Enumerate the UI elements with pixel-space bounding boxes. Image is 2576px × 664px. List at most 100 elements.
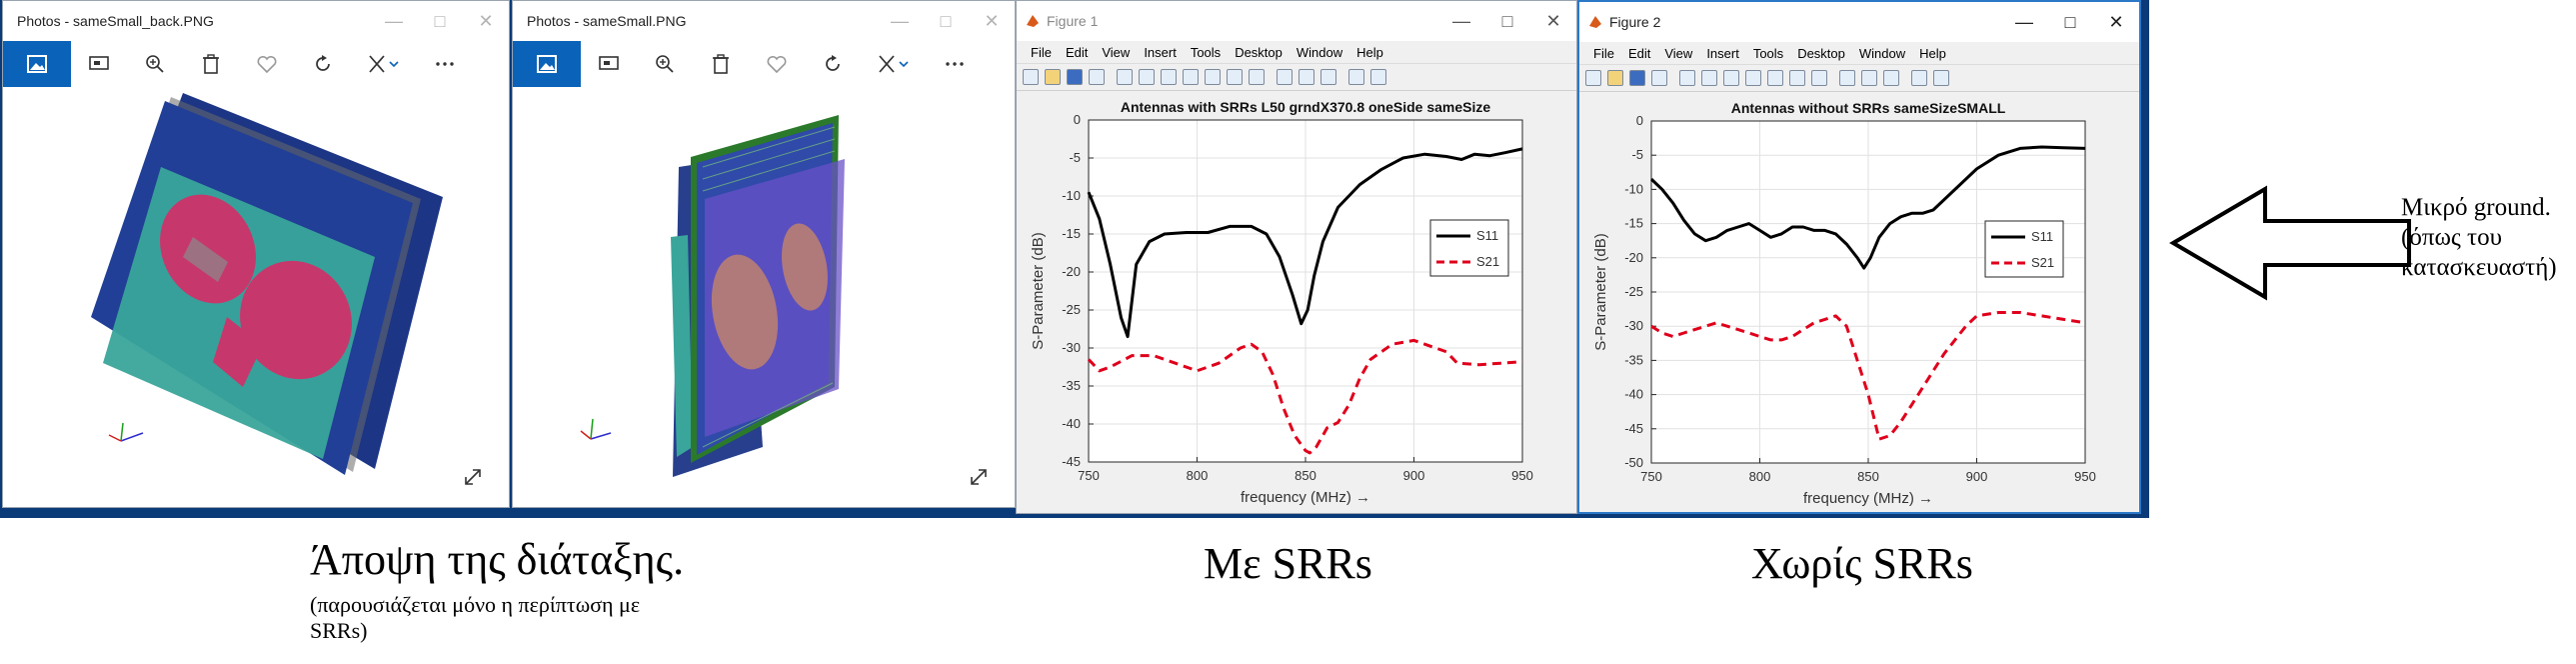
rotate-3d-icon[interactable] [1767, 70, 1783, 86]
window-title: Photos - sameSmall_back.PNG [17, 13, 214, 29]
y-tick-label: -20 [1062, 264, 1081, 279]
edit-create-button[interactable] [351, 41, 417, 87]
maximize-button[interactable]: □ [1484, 11, 1530, 32]
menu-file[interactable]: File [1593, 46, 1614, 61]
menu-desktop[interactable]: Desktop [1797, 46, 1845, 61]
zoom-in-icon[interactable] [1701, 70, 1717, 86]
menu-window[interactable]: Window [1859, 46, 1905, 61]
figure-plot-area: 750 800 850 900 950 0 -5 -10 -15 -20 -25 -30 -35 -40 -… [1017, 90, 1576, 513]
minimize-button[interactable]: — [1438, 11, 1484, 32]
close-button[interactable]: ✕ [1530, 11, 1576, 32]
y-tick-label: -40 [1624, 387, 1643, 402]
legend-icon[interactable] [1320, 69, 1336, 85]
more-options-button[interactable] [417, 41, 473, 87]
delete-button[interactable] [693, 41, 749, 87]
pan-icon[interactable] [1183, 69, 1199, 85]
open-file-icon[interactable] [1045, 69, 1061, 85]
delete-button[interactable] [183, 41, 239, 87]
zoom-button[interactable] [127, 41, 183, 87]
colorbar-icon[interactable] [1298, 69, 1314, 85]
s-parameter-chart-without-srrs: 750 800 850 900 950 0 -5 -10 -15 -20 -25 -30 -35 -40 -… [1592, 100, 2096, 507]
photos-window-front: Photos - sameSmall.PNG — □ ✕ [512, 0, 1016, 508]
menu-tools[interactable]: Tools [1191, 45, 1221, 60]
more-options-button[interactable] [927, 41, 983, 87]
close-button[interactable]: ✕ [2093, 12, 2139, 33]
maximize-button[interactable]: □ [417, 11, 463, 32]
slideshow-button[interactable] [581, 41, 637, 87]
close-button[interactable]: ✕ [463, 11, 509, 32]
pointer-icon[interactable] [1117, 69, 1133, 85]
slideshow-button[interactable] [71, 41, 127, 87]
left-arrow-icon [2169, 185, 2411, 301]
expand-icon[interactable] [969, 467, 989, 487]
print-icon[interactable] [1089, 69, 1105, 85]
view-caption-note-line1: (παρουσιάζεται μόνο η περίπτωση με [310, 592, 641, 617]
view-image-button[interactable] [3, 41, 71, 87]
y-tick-label: -40 [1062, 416, 1081, 431]
minimize-button[interactable]: — [877, 11, 923, 32]
y-tick-label: -35 [1624, 352, 1643, 367]
expand-icon[interactable] [463, 467, 483, 487]
hide-tools-icon[interactable] [1348, 69, 1364, 85]
new-figure-icon[interactable] [1023, 69, 1039, 85]
favorite-button[interactable] [749, 41, 805, 87]
brush-icon[interactable] [1811, 70, 1827, 86]
data-cursor-icon[interactable] [1789, 70, 1805, 86]
save-icon[interactable] [1629, 70, 1645, 86]
rotate-button[interactable] [805, 41, 861, 87]
menu-help[interactable]: Help [1919, 46, 1946, 61]
view-image-button[interactable] [513, 41, 581, 87]
zoom-in-icon[interactable] [1139, 69, 1155, 85]
image-viewer [3, 87, 509, 507]
menu-view[interactable]: View [1102, 45, 1130, 60]
menu-desktop[interactable]: Desktop [1235, 45, 1283, 60]
data-cursor-icon[interactable] [1227, 69, 1243, 85]
menu-file[interactable]: File [1031, 45, 1052, 60]
save-icon[interactable] [1067, 69, 1083, 85]
menu-insert[interactable]: Insert [1144, 45, 1177, 60]
menu-insert[interactable]: Insert [1706, 46, 1739, 61]
antenna-front-render [580, 115, 845, 477]
link-plot-icon[interactable] [1839, 70, 1855, 86]
title-bar: Figure 2 — □ ✕ [1579, 2, 2139, 42]
x-tick-label: 750 [1078, 468, 1100, 483]
rotate-3d-icon[interactable] [1205, 69, 1221, 85]
menu-window[interactable]: Window [1296, 45, 1342, 60]
minimize-button[interactable]: — [371, 11, 417, 32]
pointer-icon[interactable] [1679, 70, 1695, 86]
maximize-button[interactable]: □ [923, 11, 969, 32]
favorite-button[interactable] [239, 41, 295, 87]
zoom-button[interactable] [637, 41, 693, 87]
link-plot-icon[interactable] [1277, 69, 1292, 85]
print-icon[interactable] [1651, 70, 1667, 86]
y-tick-label: 0 [1074, 112, 1081, 127]
matlab-figure-1-window: Figure 1 — □ ✕ File Edit View Insert Too… [1016, 0, 1577, 514]
s-parameter-chart-with-srrs: 750 800 850 900 950 0 -5 -10 -15 -20 -25 -30 -35 -40 -… [1030, 99, 1533, 506]
open-file-icon[interactable] [1607, 70, 1623, 86]
menu-edit[interactable]: Edit [1066, 45, 1088, 60]
x-tick-label: 800 [1749, 469, 1771, 484]
y-tick-label: -5 [1069, 150, 1081, 165]
menu-help[interactable]: Help [1356, 45, 1383, 60]
zoom-out-icon[interactable] [1723, 70, 1739, 86]
new-figure-icon[interactable] [1585, 70, 1601, 86]
menu-edit[interactable]: Edit [1628, 46, 1650, 61]
menu-tools[interactable]: Tools [1753, 46, 1783, 61]
rotate-button[interactable] [295, 41, 351, 87]
edit-create-button[interactable] [861, 41, 927, 87]
show-tools-icon[interactable] [1370, 69, 1386, 85]
close-button[interactable]: ✕ [969, 11, 1015, 32]
brush-icon[interactable] [1249, 69, 1265, 85]
zoom-out-icon[interactable] [1161, 69, 1177, 85]
minimize-button[interactable]: — [2001, 12, 2047, 33]
colorbar-icon[interactable] [1861, 70, 1877, 86]
hide-tools-icon[interactable] [1911, 70, 1927, 86]
pan-icon[interactable] [1745, 70, 1761, 86]
image-viewer [513, 87, 1015, 507]
menu-view[interactable]: View [1664, 46, 1692, 61]
show-tools-icon[interactable] [1933, 70, 1949, 86]
legend-icon[interactable] [1883, 70, 1899, 86]
figure-menubar: File Edit View Insert Tools Desktop Wind… [1017, 41, 1576, 63]
maximize-button[interactable]: □ [2047, 12, 2093, 33]
figure-menubar: File Edit View Insert Tools Desktop Wind… [1579, 42, 2139, 64]
